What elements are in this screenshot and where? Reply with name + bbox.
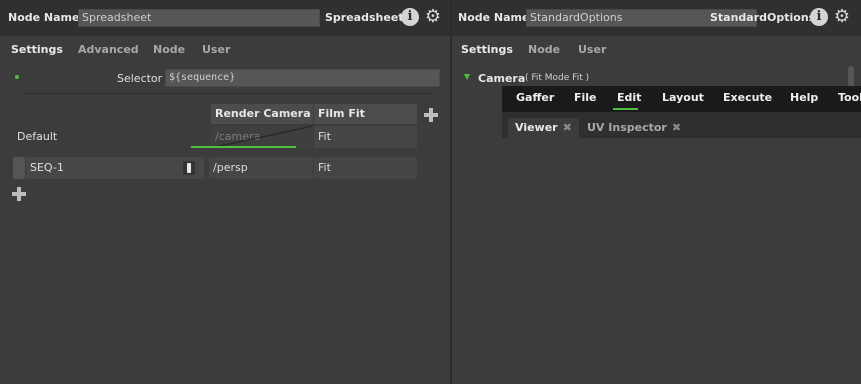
tab-advanced[interactable]: Advanced xyxy=(78,40,139,62)
node-type-label: StandardOptions xyxy=(710,11,816,24)
menu-layout[interactable]: Layout xyxy=(662,91,704,104)
node-name-label: Node Name xyxy=(458,11,530,24)
gear-icon[interactable]: ⚙ xyxy=(424,8,442,26)
info-icon[interactable]: i xyxy=(401,8,419,26)
tab-uv-inspector[interactable]: UV Inspector ✖ xyxy=(587,118,681,138)
menu-execute[interactable]: Execute xyxy=(723,91,772,104)
info-icon[interactable]: i xyxy=(810,8,828,26)
node-name-field[interactable]: Spreadsheet xyxy=(78,9,320,27)
collapse-triangle-icon[interactable] xyxy=(464,74,470,80)
menu-edit[interactable]: Edit xyxy=(617,91,641,104)
focus-highlight xyxy=(191,146,296,148)
divider xyxy=(22,93,432,94)
menu-gaffer[interactable]: Gaffer xyxy=(516,91,554,104)
gear-icon[interactable]: ⚙ xyxy=(833,8,851,26)
row-enabled-toggle[interactable] xyxy=(183,161,195,175)
tab-node[interactable]: Node xyxy=(153,40,185,62)
row-name-field[interactable]: SEQ-1 xyxy=(26,157,204,179)
node-editor-header: Node Name StandardOptions StandardOption… xyxy=(452,0,861,36)
menu-help[interactable]: Help xyxy=(790,91,818,104)
tab-user[interactable]: User xyxy=(578,40,606,62)
menu-overflow: Tools xyxy=(838,86,861,112)
row-film-fit-cell[interactable]: Fit xyxy=(314,157,417,179)
add-row-icon[interactable] xyxy=(12,187,26,201)
viewport[interactable] xyxy=(507,138,861,384)
tab-viewer-label: Viewer xyxy=(515,121,558,134)
add-column-icon[interactable] xyxy=(424,108,438,122)
menu-file[interactable]: File xyxy=(574,91,597,104)
tab-user[interactable]: User xyxy=(202,40,230,62)
row-render-camera-cell[interactable]: /persp xyxy=(209,157,313,179)
selector-label: Selector xyxy=(117,72,163,85)
scrollbar[interactable] xyxy=(848,66,854,88)
column-header-render-camera[interactable]: Render Camera xyxy=(211,104,313,124)
section-label-camera[interactable]: Camera xyxy=(478,72,525,85)
tab-uv-inspector-label: UV Inspector xyxy=(587,121,667,134)
column-header-film-fit[interactable]: Film Fit xyxy=(314,104,417,124)
tab-settings[interactable]: Settings xyxy=(3,40,71,62)
row-drag-handle[interactable] xyxy=(13,157,25,179)
spreadsheet-node-editor: Node Name Spreadsheet Spreadsheet i ⚙ Se… xyxy=(0,0,450,384)
tab-viewer[interactable]: Viewer ✖ xyxy=(508,118,579,138)
tab-node[interactable]: Node xyxy=(528,40,560,62)
disabled-cell-slash xyxy=(211,126,313,148)
menu-tools[interactable]: Tools xyxy=(838,91,861,104)
close-icon[interactable]: ✖ xyxy=(563,118,572,137)
selector-field[interactable]: ${sequence} xyxy=(165,69,440,87)
node-name-label: Node Name xyxy=(8,11,80,24)
close-icon[interactable]: ✖ xyxy=(672,118,681,137)
node-editor-header: Node Name Spreadsheet Spreadsheet i ⚙ xyxy=(0,0,450,36)
tab-settings[interactable]: Settings xyxy=(453,40,521,62)
status-dot xyxy=(15,75,19,79)
node-type-label: Spreadsheet xyxy=(325,11,404,24)
section-summary: ( Fit Mode Fit ) xyxy=(525,73,590,83)
default-film-fit-cell[interactable]: Fit xyxy=(314,126,417,148)
default-row-label: Default xyxy=(17,130,58,143)
menu-active-underline xyxy=(613,108,638,110)
